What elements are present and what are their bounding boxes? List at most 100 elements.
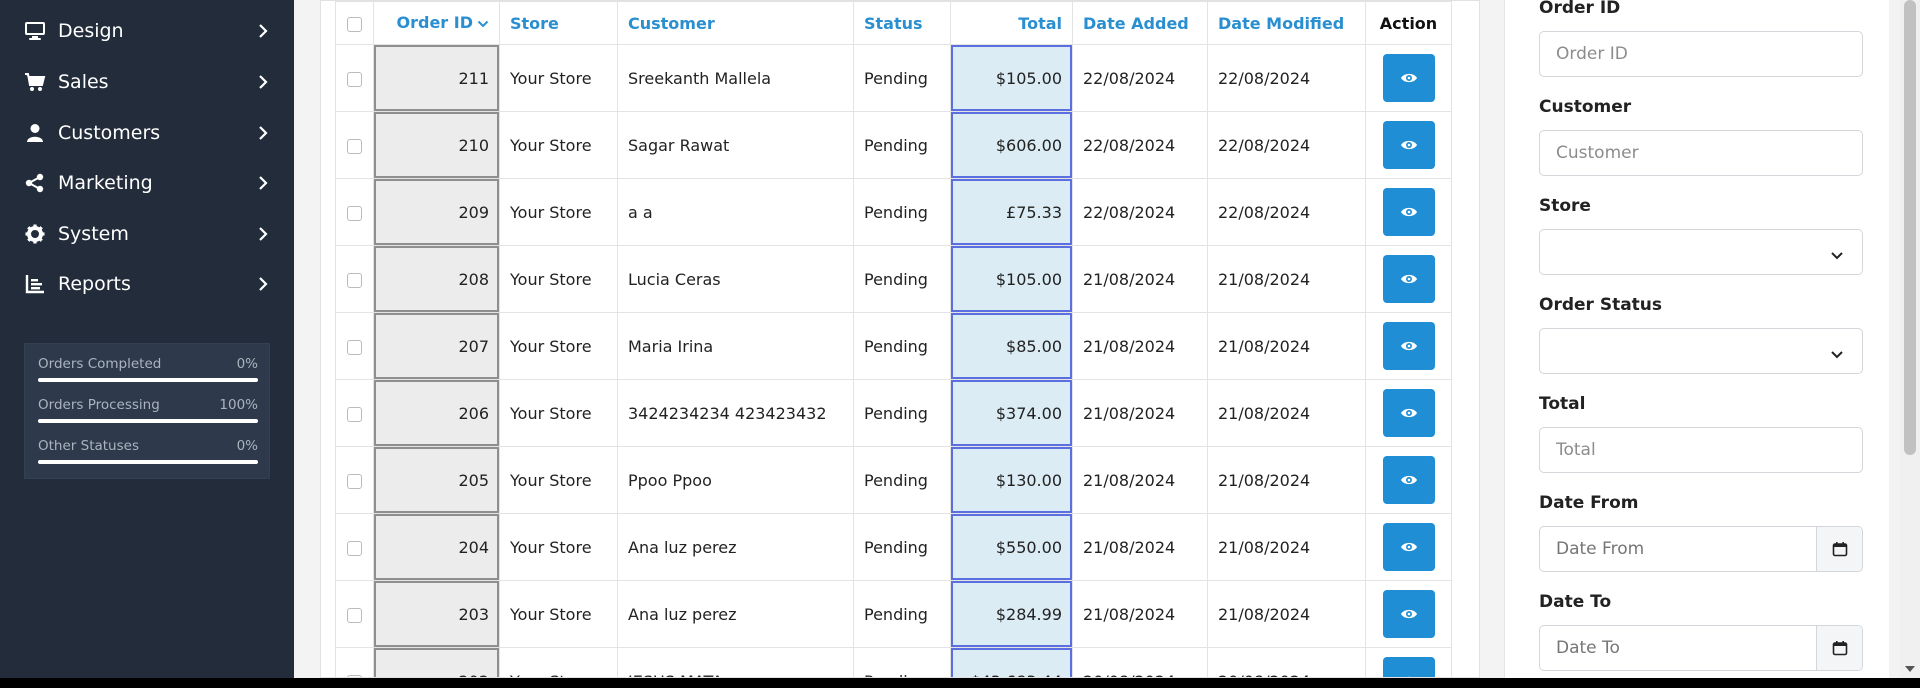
cell-date-added: 22/08/2024 xyxy=(1072,111,1208,179)
view-order-button[interactable] xyxy=(1382,322,1435,370)
column-header-status[interactable]: Status xyxy=(853,1,951,45)
eye-icon xyxy=(1400,672,1418,677)
eye-icon xyxy=(1400,337,1418,356)
scrollbar-thumb[interactable] xyxy=(1904,0,1916,455)
column-header-order-id[interactable]: Order ID xyxy=(373,1,500,45)
sidebar-item-customers[interactable]: Customers xyxy=(0,108,294,158)
table-header-row: Order ID Store Customer Status Total Dat… xyxy=(335,1,1452,45)
filter-total-input[interactable] xyxy=(1539,427,1863,473)
view-order-button[interactable] xyxy=(1382,657,1435,677)
sidebar-item-design[interactable]: Design xyxy=(0,6,294,56)
row-checkbox[interactable] xyxy=(347,339,362,355)
cell-store: Your Store xyxy=(499,446,618,514)
view-order-button[interactable] xyxy=(1382,590,1435,638)
cell-status: Pending xyxy=(853,446,951,514)
chevron-right-icon xyxy=(256,23,270,39)
sidebar: Design Sales Customers Marketing System xyxy=(0,0,294,678)
view-order-button[interactable] xyxy=(1382,523,1435,571)
filter-customer-input[interactable] xyxy=(1539,130,1863,176)
view-order-button[interactable] xyxy=(1382,121,1435,169)
filter-date-from-label: Date From xyxy=(1539,493,1639,513)
bar-chart-icon xyxy=(24,273,46,295)
filter-customer-label: Customer xyxy=(1539,97,1632,117)
cell-status: Pending xyxy=(853,647,951,677)
cell-date-modified: 21/08/2024 xyxy=(1207,312,1366,380)
cell-status: Pending xyxy=(853,111,951,179)
chevron-right-icon xyxy=(256,74,270,90)
column-header-label: Store xyxy=(510,13,559,33)
cell-status: Pending xyxy=(853,312,951,380)
cell-date-added: 21/08/2024 xyxy=(1072,580,1208,648)
column-header-date-modified[interactable]: Date Modified xyxy=(1207,1,1366,45)
sidebar-item-marketing[interactable]: Marketing xyxy=(0,158,294,208)
row-checkbox[interactable] xyxy=(347,674,362,677)
share-icon xyxy=(24,172,46,194)
sidebar-item-label: Sales xyxy=(58,71,109,93)
sidebar-item-sales[interactable]: Sales xyxy=(0,57,294,107)
sidebar-item-system[interactable]: System xyxy=(0,209,294,259)
scroll-down-arrow-icon[interactable] xyxy=(1905,666,1915,672)
cell-date-modified: 22/08/2024 xyxy=(1207,111,1366,179)
row-checkbox[interactable] xyxy=(347,71,362,87)
row-checkbox[interactable] xyxy=(347,473,362,489)
chevron-right-icon xyxy=(256,276,270,292)
row-checkbox[interactable] xyxy=(347,205,362,221)
gear-icon xyxy=(24,223,46,245)
cell-date-added: 22/08/2024 xyxy=(1072,44,1208,112)
monitor-icon xyxy=(24,20,46,42)
view-order-button[interactable] xyxy=(1382,456,1435,504)
sidebar-item-label: Customers xyxy=(58,122,161,144)
filter-order-status-select[interactable] xyxy=(1539,328,1863,374)
row-checkbox[interactable] xyxy=(347,272,362,288)
eye-icon xyxy=(1400,136,1418,155)
calendar-icon[interactable] xyxy=(1816,527,1862,571)
filter-date-to-input[interactable] xyxy=(1540,626,1817,670)
cell-date-added: 21/08/2024 xyxy=(1072,245,1208,313)
chevron-down-icon xyxy=(1830,345,1844,364)
filter-order-id-input[interactable] xyxy=(1539,31,1863,77)
view-order-button[interactable] xyxy=(1382,188,1435,236)
select-all-checkbox[interactable] xyxy=(347,16,362,32)
cell-customer: 3424234234 423423432 xyxy=(617,379,854,447)
table-row: 205 Your Store Ppoo Ppoo Pending $130.00 21/0… xyxy=(335,446,1452,514)
vertical-scrollbar[interactable] xyxy=(1900,0,1920,678)
view-order-button[interactable] xyxy=(1382,54,1435,102)
cell-action xyxy=(1365,44,1452,112)
column-header-date-added[interactable]: Date Added xyxy=(1072,1,1208,45)
column-header-customer[interactable]: Customer xyxy=(617,1,854,45)
sort-desc-icon xyxy=(477,14,489,33)
cell-order-id: 210 xyxy=(373,111,500,179)
row-select-cell xyxy=(335,312,374,380)
cell-date-added: 21/08/2024 xyxy=(1072,446,1208,514)
chevron-right-icon xyxy=(256,226,270,242)
calendar-icon[interactable] xyxy=(1816,626,1862,670)
stat-label: Other Statuses xyxy=(38,438,139,454)
cell-customer: Maria Irina xyxy=(617,312,854,380)
cell-date-modified: 20/08/2024 xyxy=(1207,647,1366,677)
cell-total: $105.00 xyxy=(950,245,1073,313)
column-header-total[interactable]: Total xyxy=(950,1,1073,45)
stat-label: Orders Completed xyxy=(38,356,162,372)
cell-order-id: 211 xyxy=(373,44,500,112)
cell-store: Your Store xyxy=(499,111,618,179)
filter-date-from-input[interactable] xyxy=(1540,527,1817,571)
filter-store-select[interactable] xyxy=(1539,229,1863,275)
eye-icon xyxy=(1400,404,1418,423)
cell-status: Pending xyxy=(853,245,951,313)
cell-customer: Sreekanth Mallela xyxy=(617,44,854,112)
row-checkbox[interactable] xyxy=(347,607,362,623)
row-checkbox[interactable] xyxy=(347,406,362,422)
cell-date-modified: 21/08/2024 xyxy=(1207,513,1366,581)
view-order-button[interactable] xyxy=(1382,389,1435,437)
row-select-cell xyxy=(335,580,374,648)
main-content: Order ID Store Customer Status Total Dat… xyxy=(294,0,1920,678)
cell-action xyxy=(1365,580,1452,648)
view-order-button[interactable] xyxy=(1382,255,1435,303)
cell-action xyxy=(1365,312,1452,380)
row-checkbox[interactable] xyxy=(347,540,362,556)
cell-date-added: 21/08/2024 xyxy=(1072,312,1208,380)
sidebar-item-reports[interactable]: Reports xyxy=(0,259,294,309)
row-checkbox[interactable] xyxy=(347,138,362,154)
column-header-store[interactable]: Store xyxy=(499,1,618,45)
sidebar-item-label: Marketing xyxy=(58,172,153,194)
